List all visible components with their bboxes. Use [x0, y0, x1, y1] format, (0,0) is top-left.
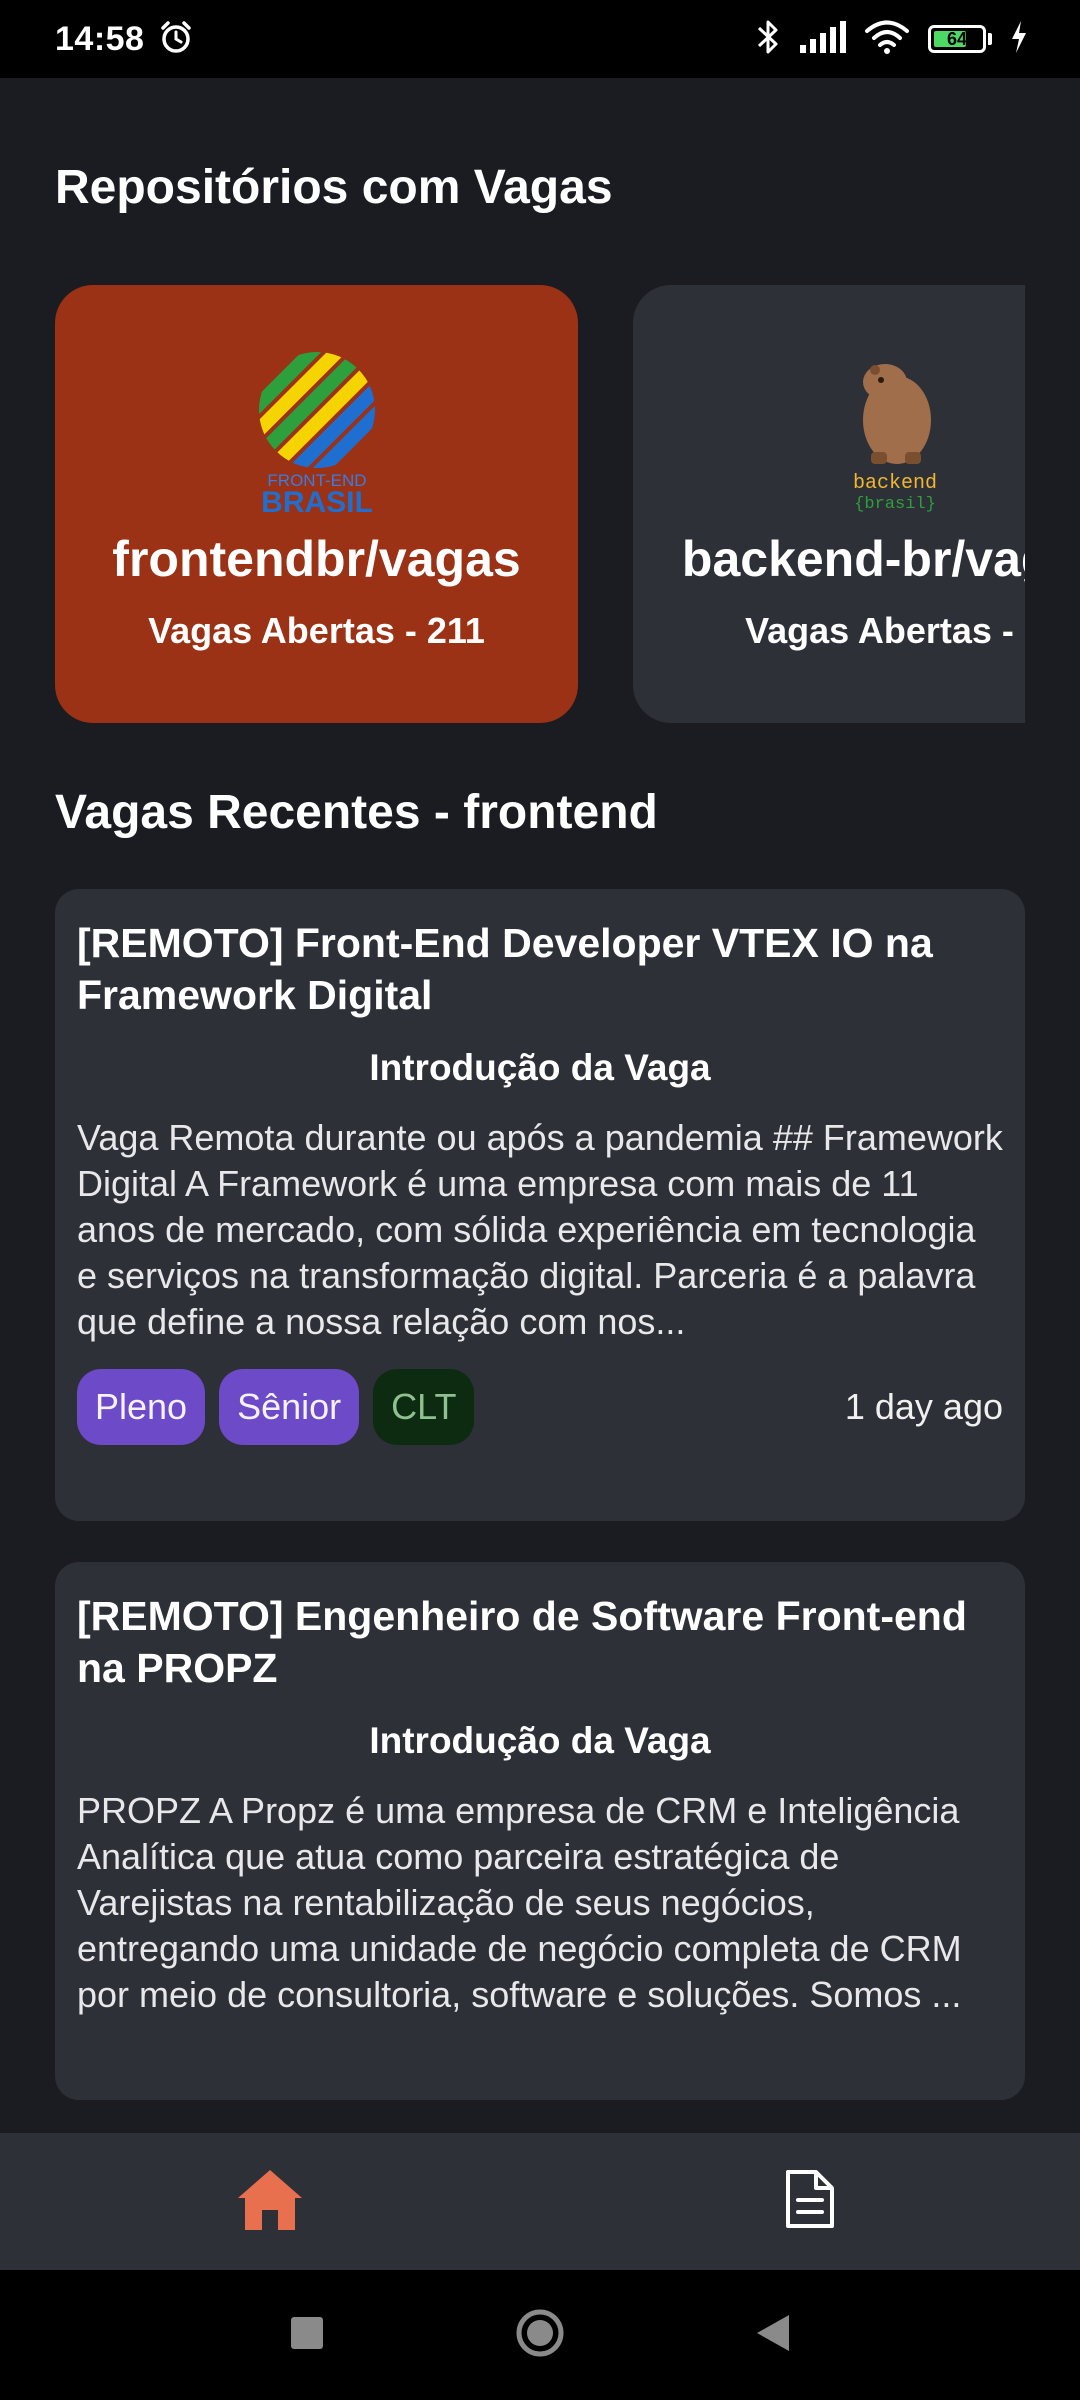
frontendbr-logo-text-2: BRASIL	[261, 486, 373, 519]
document-icon[interactable]	[784, 2168, 836, 2235]
repo-card-frontendbr[interactable]: FRONT-END BRASIL frontendbr/vagas Vagas …	[55, 285, 578, 723]
job-footer: Pleno Sênior CLT 1 day ago	[77, 1369, 1003, 1445]
job-description: PROPZ A Propz é uma empresa de CRM e Int…	[77, 1790, 962, 2015]
job-title: [REMOTO] Front-End Developer VTEX IO na …	[77, 920, 933, 1018]
bottom-navigation	[0, 2133, 1080, 2270]
charging-icon	[1010, 20, 1028, 59]
job-description: Vaga Remota durante ou após a pandemia #…	[77, 1117, 1003, 1342]
nav-documents[interactable]	[540, 2133, 1080, 2270]
main-content[interactable]: Repositórios com Vagas FRONT-END BRASIL …	[0, 78, 1080, 2133]
job-card[interactable]: [REMOTO] Engenheiro de Software Front-en…	[55, 1562, 1025, 2100]
nav-home[interactable]	[0, 2133, 540, 2270]
status-time: 14:58	[55, 19, 145, 58]
wifi-icon	[864, 20, 910, 59]
repos-section-title: Repositórios com Vagas	[55, 161, 613, 214]
job-intro-label: Introdução da Vaga	[369, 1720, 711, 1761]
job-posted-time: 1 day ago	[844, 1386, 1003, 1427]
job-intro-label: Introdução da Vaga	[369, 1047, 711, 1088]
tag-senior: Sênior	[219, 1369, 360, 1445]
backendbr-logo: backend {brasil}	[825, 340, 965, 520]
frontendbr-logo: FRONT-END BRASIL	[247, 340, 387, 520]
battery-icon: 64	[928, 25, 992, 53]
repo-name: frontendbr/vagas	[112, 531, 521, 587]
job-card[interactable]: [REMOTO] Front-End Developer VTEX IO na …	[55, 889, 1025, 1521]
tag-pleno: Pleno	[77, 1369, 206, 1445]
home-icon[interactable]	[235, 2166, 305, 2237]
recents-icon[interactable]	[289, 2315, 325, 2356]
home-circle-icon[interactable]	[515, 2308, 565, 2363]
repo-name: backend-br/vagas	[681, 531, 1025, 587]
alarm-icon	[158, 19, 194, 60]
jobs-section-title: Vagas Recentes - frontend	[55, 786, 658, 839]
back-icon[interactable]	[755, 2313, 791, 2358]
battery-level: 64	[946, 29, 968, 49]
backendbr-logo-text-2: {brasil}	[854, 495, 936, 514]
job-title: [REMOTO] Engenheiro de Software Front-en…	[77, 1593, 967, 1691]
system-nav-bar	[0, 2270, 1080, 2400]
repo-open-count: Vagas Abertas - 211	[148, 610, 485, 651]
bluetooth-icon	[756, 18, 780, 61]
repo-open-count: Vagas Abertas - 5	[745, 610, 1025, 651]
tag-clt: CLT	[373, 1369, 475, 1445]
repo-card-backendbr[interactable]: backend {brasil} backend-br/vagas Vagas …	[633, 285, 1025, 723]
status-bar: 14:58 64	[0, 0, 1080, 78]
signal-icon	[798, 20, 846, 58]
backendbr-logo-text-1: backend	[852, 472, 936, 495]
repo-carousel[interactable]: FRONT-END BRASIL frontendbr/vagas Vagas …	[55, 285, 1025, 725]
